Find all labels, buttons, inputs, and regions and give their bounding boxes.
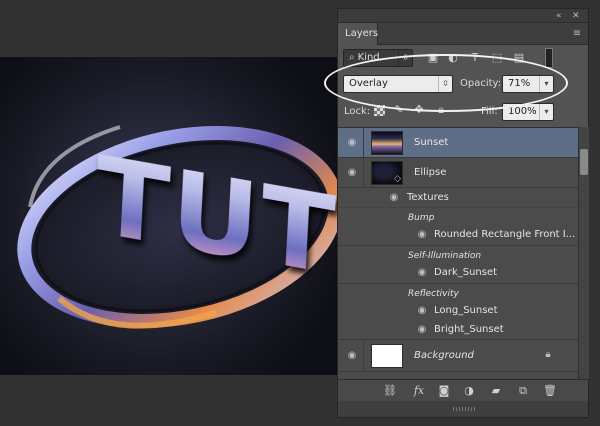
new-layer-icon[interactable]: ⧉ <box>516 384 530 398</box>
link-layers-icon[interactable]: ⛓︎ <box>383 384 397 398</box>
texture-item-bump[interactable]: Rounded Rectangle Front I... <box>434 229 575 241</box>
layers-bottom-toolbar: ⛓︎ fx ◙ ◑ ▰ ⧉ 🗑︎ <box>338 379 588 401</box>
adjustment-layer-icon[interactable]: ◑ <box>462 384 476 398</box>
blend-mode-value: Overlay <box>349 78 388 89</box>
document-canvas[interactable]: TUTS <box>0 57 340 375</box>
visibility-column: ◉ <box>338 158 364 187</box>
layer-name-ellipse: Ellipse <box>414 167 447 178</box>
opacity-input[interactable]: 71% ▾ <box>502 75 554 93</box>
texture-item-long-sunset[interactable]: Long_Sunset <box>434 305 498 317</box>
fill-input[interactable]: 100% ▾ <box>502 103 554 121</box>
new-group-folder-icon[interactable]: ▰ <box>489 384 503 398</box>
filter-smartobject-icon[interactable]: ▤ <box>512 51 526 65</box>
textures-row[interactable]: ◉ Textures <box>338 188 578 208</box>
layer-name-sunset: Sunset <box>414 137 449 148</box>
lock-transparency-icon[interactable] <box>374 105 385 116</box>
lock-image-icon[interactable]: ✎ <box>392 103 406 117</box>
layer-name-background: Background <box>414 350 474 361</box>
filter-kind-label: Kind <box>357 52 380 63</box>
eye-icon[interactable]: ◉ <box>346 138 358 148</box>
panel-tab-row: Layers ≡ <box>338 23 588 45</box>
layers-panel: « ✕ Layers ≡ ⌕ Kind ⇳ ▣ ◐ T ⬚ ▤ Overlay ⇳… <box>337 8 589 418</box>
grip-dots <box>453 407 475 411</box>
eye-icon[interactable]: ◉ <box>416 268 428 278</box>
layer-style-fx-icon[interactable]: fx <box>412 384 426 398</box>
lock-position-icon[interactable]: ✥ <box>412 103 426 117</box>
layer-row-ellipse[interactable]: ◉ ◇ Ellipse <box>338 158 578 188</box>
filter-pixel-icon[interactable]: ▣ <box>426 51 440 65</box>
visibility-column: ◉ <box>338 340 364 371</box>
add-mask-icon[interactable]: ◙ <box>437 384 451 398</box>
3d-cube-icon: ◇ <box>394 174 401 184</box>
fill-value: 100% <box>508 106 537 117</box>
trash-icon[interactable]: 🗑︎ <box>543 384 557 398</box>
lock-all-icon[interactable]: 🔒︎ <box>434 103 448 117</box>
eye-icon[interactable]: ◉ <box>416 306 428 316</box>
close-icon[interactable]: ✕ <box>572 10 580 22</box>
filter-toggle-switch[interactable] <box>545 48 553 68</box>
texture-item-bright-sunset[interactable]: Bright_Sunset <box>434 324 504 336</box>
textures-label: Textures <box>407 192 449 203</box>
chevron-updown-icon: ⇳ <box>438 76 452 92</box>
reflectivity-group: Reflectivity ◉ Long_Sunset ◉ Bright_Suns… <box>338 284 578 340</box>
collapse-icon[interactable]: « <box>556 10 562 22</box>
fill-label: Fill: <box>481 106 498 117</box>
filter-adjustment-icon[interactable]: ◐ <box>446 51 460 65</box>
opacity-value: 71% <box>508 78 531 89</box>
texture-item-dark-sunset[interactable]: Dark_Sunset <box>434 267 497 279</box>
filter-shape-icon[interactable]: ⬚ <box>490 51 504 65</box>
reflectivity-title: Reflectivity <box>408 289 459 299</box>
layer-thumbnail-sunset <box>371 131 403 155</box>
layers-list: ◉ Sunset ◉ ◇ Ellipse ◉ Textures Bump ◉ R… <box>338 127 578 379</box>
layers-scrollbar[interactable] <box>578 127 589 379</box>
self-illumination-title: Self-Illumination <box>408 251 482 261</box>
chevron-updown-icon: ⇳ <box>398 50 412 66</box>
chevron-down-icon[interactable]: ▾ <box>539 104 553 120</box>
search-icon: ⌕ <box>349 52 355 63</box>
tab-layers[interactable]: Layers <box>338 23 378 45</box>
layer-thumbnail-ellipse: ◇ <box>371 161 403 185</box>
chevron-down-icon[interactable]: ▾ <box>539 76 553 92</box>
layer-thumbnail-background <box>371 344 403 368</box>
opacity-label: Opacity: <box>460 78 502 89</box>
filter-type-icon[interactable]: T <box>468 51 482 65</box>
eye-icon[interactable]: ◉ <box>416 230 428 240</box>
eye-icon[interactable]: ◉ <box>388 193 400 203</box>
eye-icon[interactable]: ◉ <box>346 168 358 178</box>
blend-mode-select[interactable]: Overlay ⇳ <box>343 75 453 93</box>
scrollbar-thumb[interactable] <box>580 149 588 175</box>
self-illumination-group: Self-Illumination ◉ Dark_Sunset <box>338 246 578 284</box>
lock-label: Lock: <box>344 106 371 117</box>
bump-group-title: Bump <box>408 213 435 223</box>
layer-row-background[interactable]: ◉ Background 🔒︎ <box>338 340 578 372</box>
filter-kind-select[interactable]: ⌕ Kind ⇳ <box>343 49 413 67</box>
panel-resize-grip[interactable] <box>338 401 588 417</box>
panel-titlebar: « ✕ <box>338 9 588 23</box>
layer-row-sunset[interactable]: ◉ Sunset <box>338 128 578 158</box>
lock-icon: 🔒︎ <box>545 349 551 360</box>
bump-group: Bump ◉ Rounded Rectangle Front I... <box>338 208 578 246</box>
panel-menu-icon[interactable]: ≡ <box>571 28 583 40</box>
visibility-column: ◉ <box>338 128 364 157</box>
eye-icon[interactable]: ◉ <box>346 351 358 361</box>
eye-icon[interactable]: ◉ <box>416 325 428 335</box>
